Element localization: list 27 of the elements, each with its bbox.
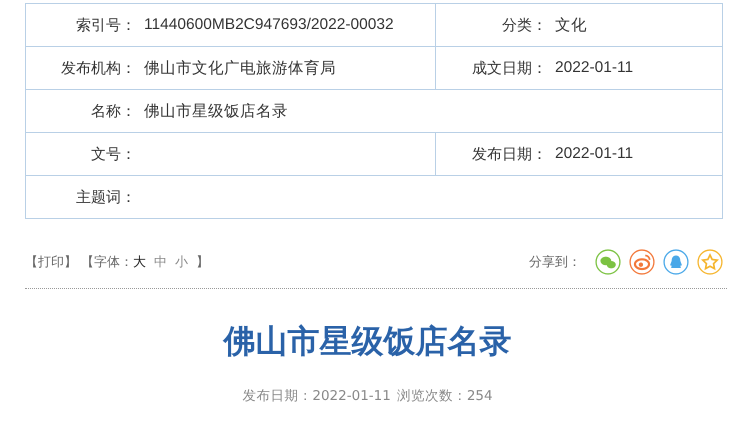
font-size-option[interactable]: 小 — [175, 253, 188, 271]
field-value: 文化 — [555, 16, 587, 36]
field-label: 发布机构： — [61, 58, 136, 76]
field-value: 2022-01-11 — [555, 59, 634, 77]
field-value: 佛山市文化广电旅游体育局 — [144, 58, 336, 78]
penguin-icon[interactable] — [663, 249, 689, 275]
bracket: 】 — [196, 254, 209, 271]
field-value: 11440600MB2C947693/2022-00032 — [144, 16, 394, 34]
chat-bubbles-icon[interactable] — [595, 249, 621, 275]
field-label: 名称： — [91, 102, 136, 120]
field-label: 成文日期： — [472, 58, 547, 76]
font-size-option[interactable]: 大 — [133, 253, 146, 271]
field-label: 发布日期： — [472, 144, 547, 162]
article-title: 佛山市星级饭店名录 — [222, 321, 512, 362]
print-link[interactable]: 【打印】 — [25, 253, 77, 271]
font-size-label: 【字体： — [81, 254, 133, 271]
eye-icon[interactable] — [629, 249, 655, 275]
font-size-option[interactable]: 中 — [154, 253, 167, 271]
field-label: 文号： — [91, 144, 136, 162]
view-count: 浏览次数：254 — [396, 387, 493, 405]
field-value: 佛山市星级饭店名录 — [144, 102, 288, 122]
share-label: 分享到： — [529, 254, 581, 271]
publish-date: 发布日期：2022-01-11 — [242, 387, 391, 405]
field-value: 2022-01-11 — [555, 145, 634, 163]
field-label: 分类： — [502, 16, 547, 34]
field-label: 索引号： — [76, 16, 136, 34]
field-label: 主题词： — [76, 188, 136, 206]
